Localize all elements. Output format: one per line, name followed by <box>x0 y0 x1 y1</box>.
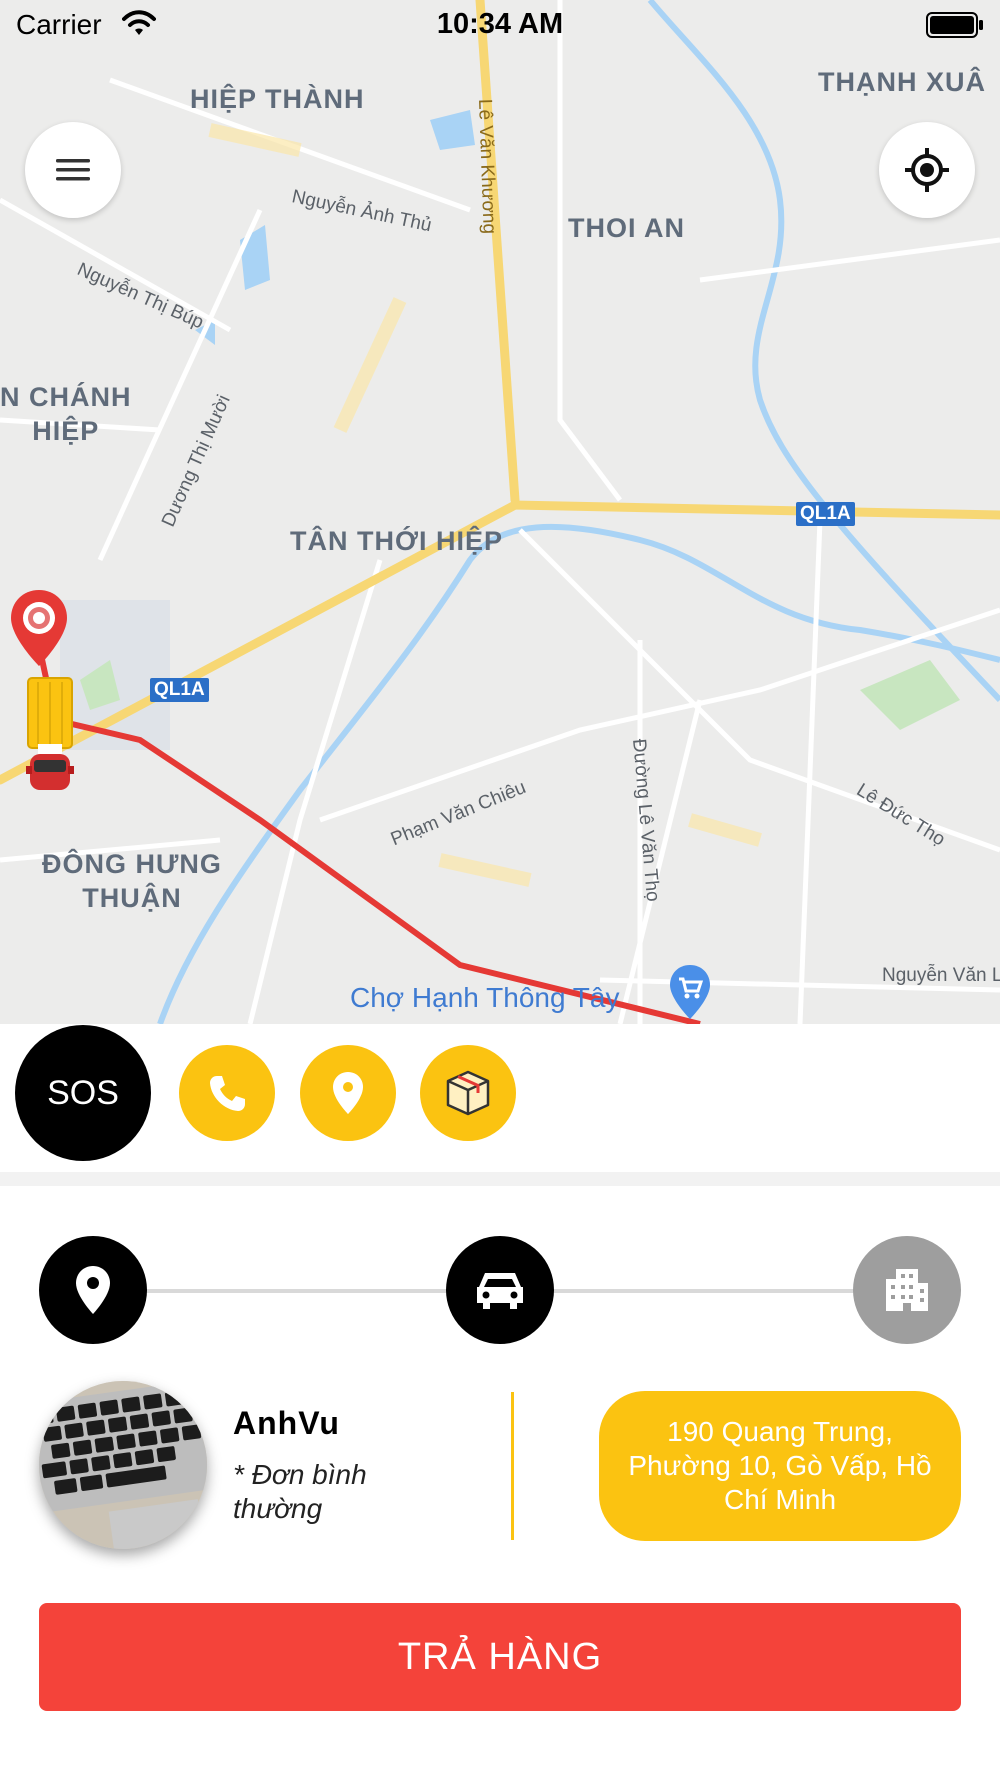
map-area-label: HIỆP THÀNH <box>190 84 365 114</box>
map-view[interactable]: HIỆP THÀNH THẠNH XUÂ THOI AN N CHÁNH HIỆ… <box>0 0 1000 1024</box>
battery-icon <box>926 12 983 38</box>
progress-track <box>540 1289 880 1293</box>
status-bar: Carrier 10:34 AM <box>0 0 1000 52</box>
menu-button[interactable] <box>25 122 121 218</box>
delivery-address-button[interactable]: 190 Quang Trung, Phường 10, Gò Vấp, Hồ C… <box>599 1391 961 1541</box>
order-note: * Đơn bình thường <box>233 1459 367 1524</box>
package-button[interactable] <box>420 1045 516 1141</box>
map-area-label: N CHÁNH HIỆP <box>0 382 132 446</box>
deliver-goods-button[interactable]: TRẢ HÀNG <box>39 1603 961 1711</box>
my-location-button[interactable] <box>879 122 975 218</box>
map-area-label: TÂN THỚI HIỆP <box>290 526 504 556</box>
menu-icon <box>56 159 90 181</box>
progress-step-transit <box>446 1236 554 1344</box>
keyboard-photo <box>39 1381 207 1549</box>
customer-name: AnhVu <box>233 1405 340 1441</box>
map-area-label: ĐÔNG HƯNG THUẬN <box>42 849 222 913</box>
route-shield: QL1A <box>796 502 855 526</box>
map-street-label: Lê Văn Khương <box>474 98 500 235</box>
section-divider <box>0 1172 1000 1186</box>
poi-label[interactable]: Chợ Hạnh Thông Tây <box>350 982 620 1014</box>
car-icon <box>477 1273 523 1309</box>
map-area-label: THẠNH XUÂ <box>818 67 986 97</box>
origin-pin-icon <box>11 590 67 666</box>
location-pin-icon <box>333 1072 363 1114</box>
progress-step-destination <box>853 1236 961 1344</box>
progress-track <box>120 1289 460 1293</box>
building-icon <box>886 1269 928 1311</box>
location-button[interactable] <box>300 1045 396 1141</box>
shopping-cart-pin-icon[interactable] <box>666 963 714 1023</box>
call-button[interactable] <box>179 1045 275 1141</box>
progress-step-pickup <box>39 1236 147 1344</box>
map-area-label: THOI AN <box>568 213 685 243</box>
status-time: 10:34 AM <box>436 8 564 40</box>
info-separator <box>511 1392 514 1540</box>
map-street-label: Nguyễn Văn L <box>882 965 1000 986</box>
pickup-pin-icon <box>76 1266 110 1314</box>
sos-button[interactable]: SOS <box>15 1025 151 1161</box>
my-location-icon <box>905 148 949 192</box>
customer-avatar <box>39 1381 207 1549</box>
truck-icon <box>26 677 74 790</box>
route-shield: QL1A <box>150 678 209 702</box>
phone-icon <box>210 1076 245 1111</box>
package-icon <box>446 1070 490 1116</box>
